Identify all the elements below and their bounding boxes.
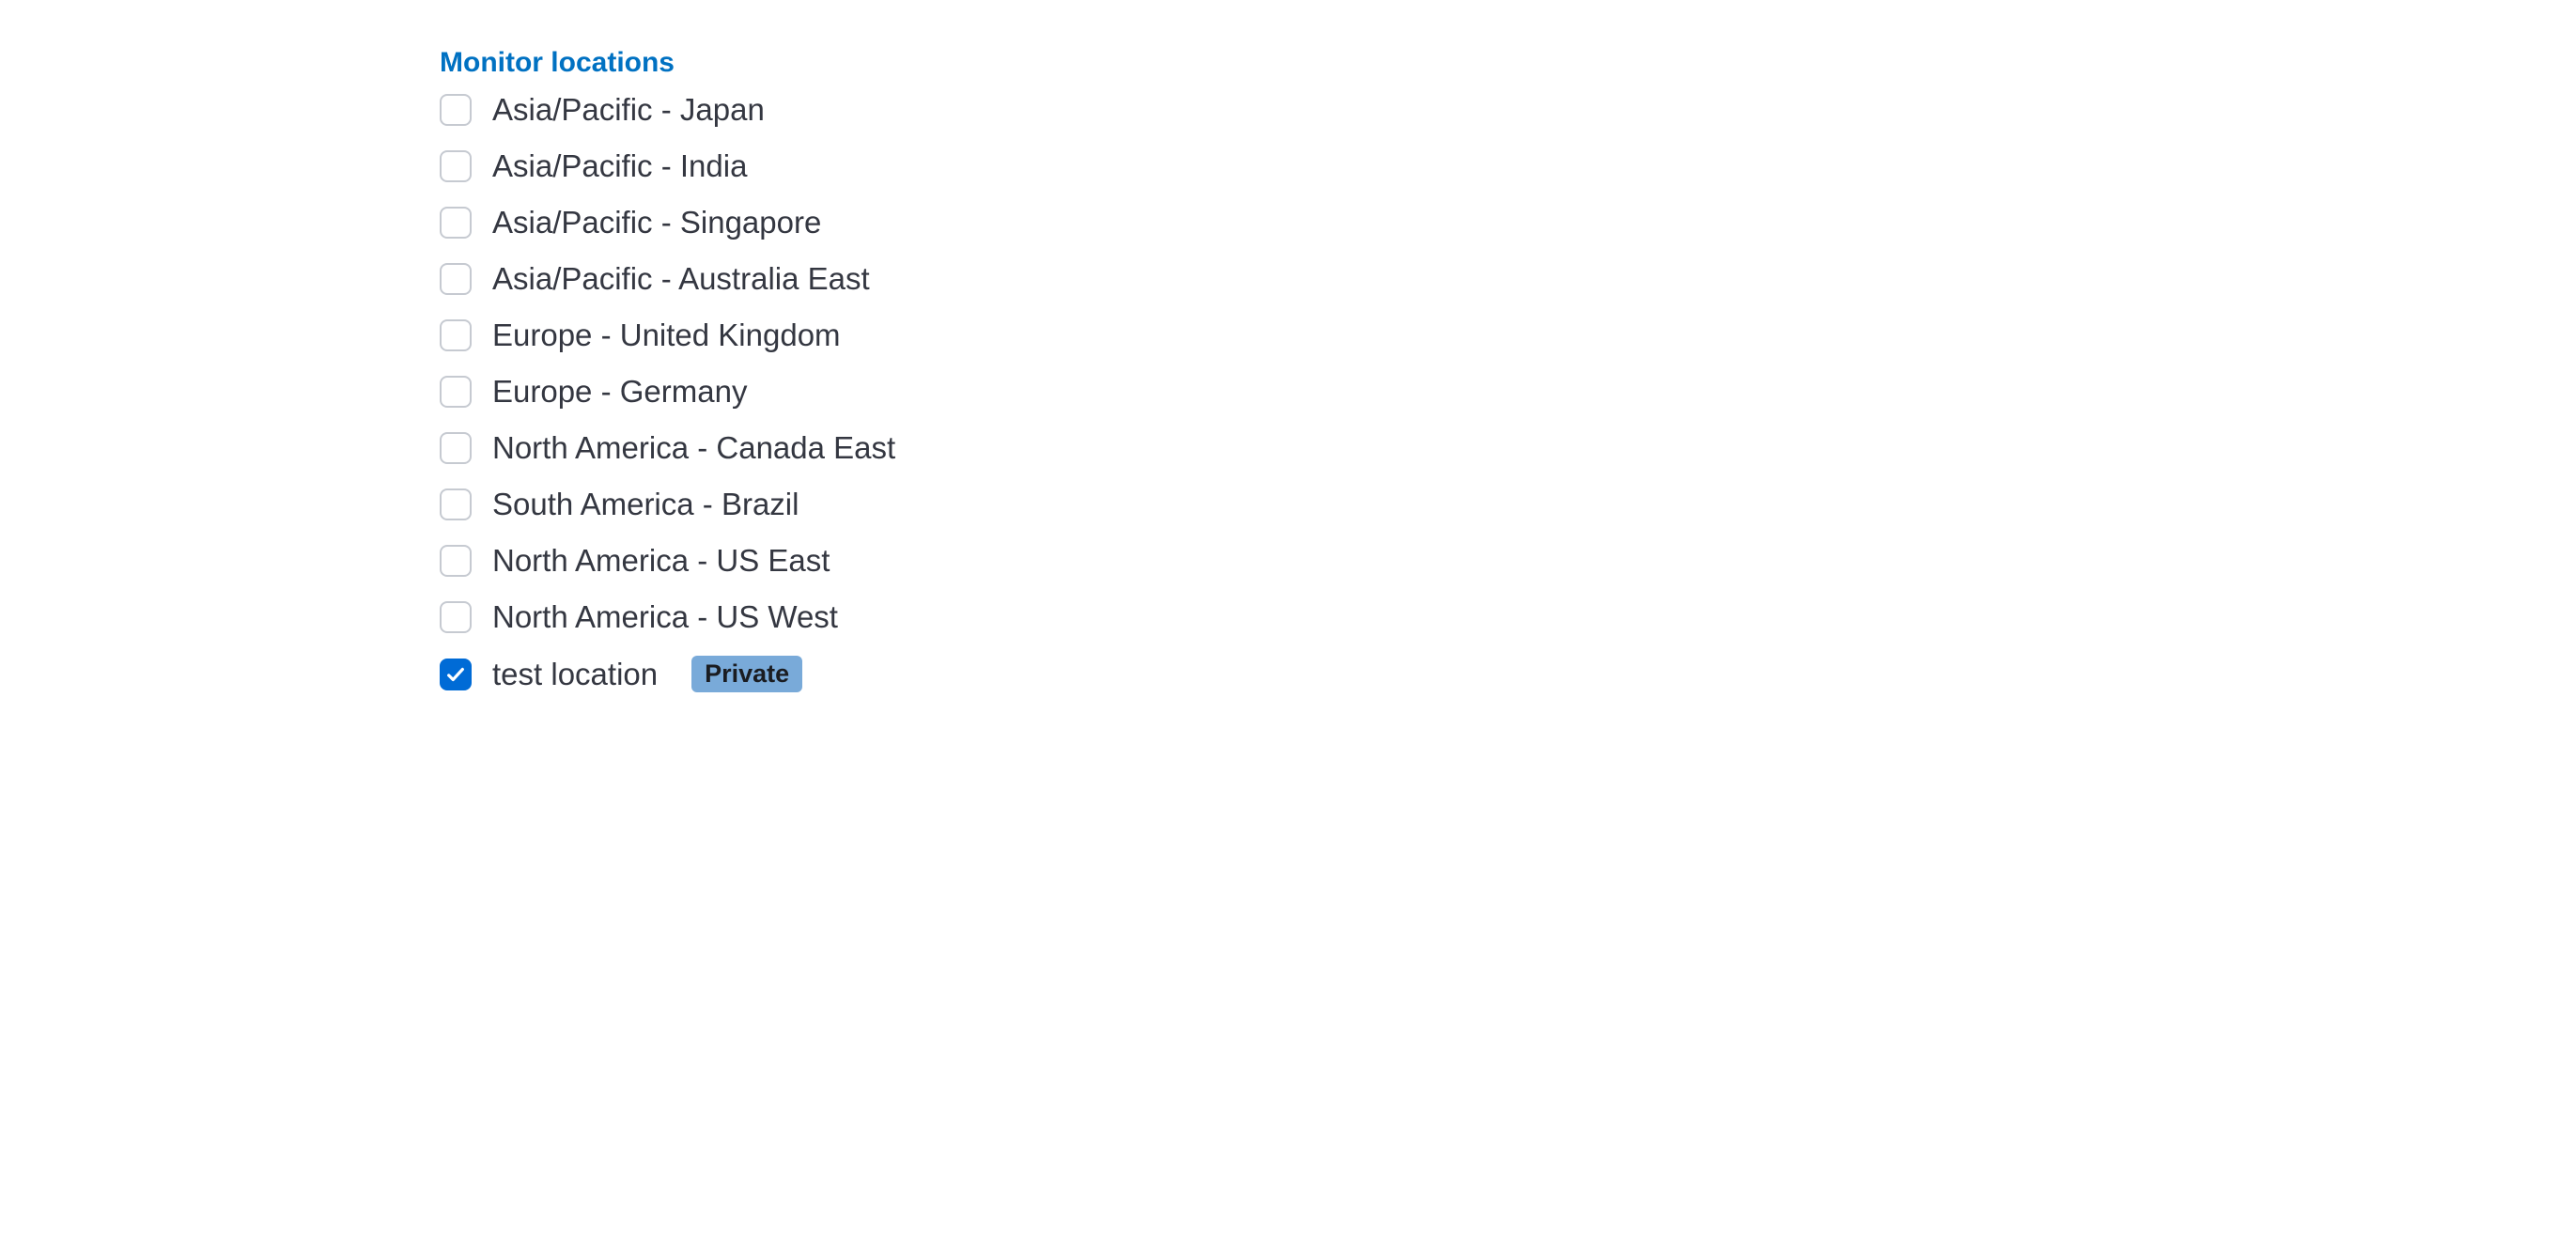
location-row: Asia/Pacific - Japan xyxy=(440,92,2576,128)
location-checkbox[interactable] xyxy=(440,263,472,295)
location-row: South America - Brazil xyxy=(440,487,2576,522)
location-checkbox[interactable] xyxy=(440,150,472,182)
location-checkbox[interactable] xyxy=(440,659,472,690)
location-row: Europe - Germany xyxy=(440,374,2576,410)
check-icon xyxy=(445,664,466,685)
location-row: North America - Canada East xyxy=(440,430,2576,466)
location-checkbox[interactable] xyxy=(440,94,472,126)
location-checkbox[interactable] xyxy=(440,488,472,520)
location-checkbox[interactable] xyxy=(440,545,472,577)
location-row: test location Private xyxy=(440,656,2576,692)
location-label: North America - US East xyxy=(492,543,830,579)
section-title: Monitor locations xyxy=(440,47,2576,79)
location-row: Asia/Pacific - India xyxy=(440,148,2576,184)
location-label: Asia/Pacific - Singapore xyxy=(492,205,821,240)
location-label: North America - Canada East xyxy=(492,430,895,466)
location-checkbox[interactable] xyxy=(440,432,472,464)
location-label: Asia/Pacific - India xyxy=(492,148,747,184)
location-checkbox[interactable] xyxy=(440,376,472,408)
location-checkbox[interactable] xyxy=(440,319,472,351)
location-label: test location xyxy=(492,657,658,692)
location-checkbox[interactable] xyxy=(440,207,472,239)
location-row: North America - US East xyxy=(440,543,2576,579)
location-row: North America - US West xyxy=(440,599,2576,635)
location-label: Europe - United Kingdom xyxy=(492,318,841,353)
location-row: Asia/Pacific - Australia East xyxy=(440,261,2576,297)
location-checkbox[interactable] xyxy=(440,601,472,633)
private-badge: Private xyxy=(691,656,802,692)
location-label: Asia/Pacific - Japan xyxy=(492,92,765,128)
location-row: Europe - United Kingdom xyxy=(440,318,2576,353)
location-label: South America - Brazil xyxy=(492,487,799,522)
location-row: Asia/Pacific - Singapore xyxy=(440,205,2576,240)
location-label: Europe - Germany xyxy=(492,374,747,410)
location-label: North America - US West xyxy=(492,599,838,635)
monitor-locations-list: Asia/Pacific - Japan Asia/Pacific - Indi… xyxy=(440,92,2576,692)
location-label: Asia/Pacific - Australia East xyxy=(492,261,870,297)
